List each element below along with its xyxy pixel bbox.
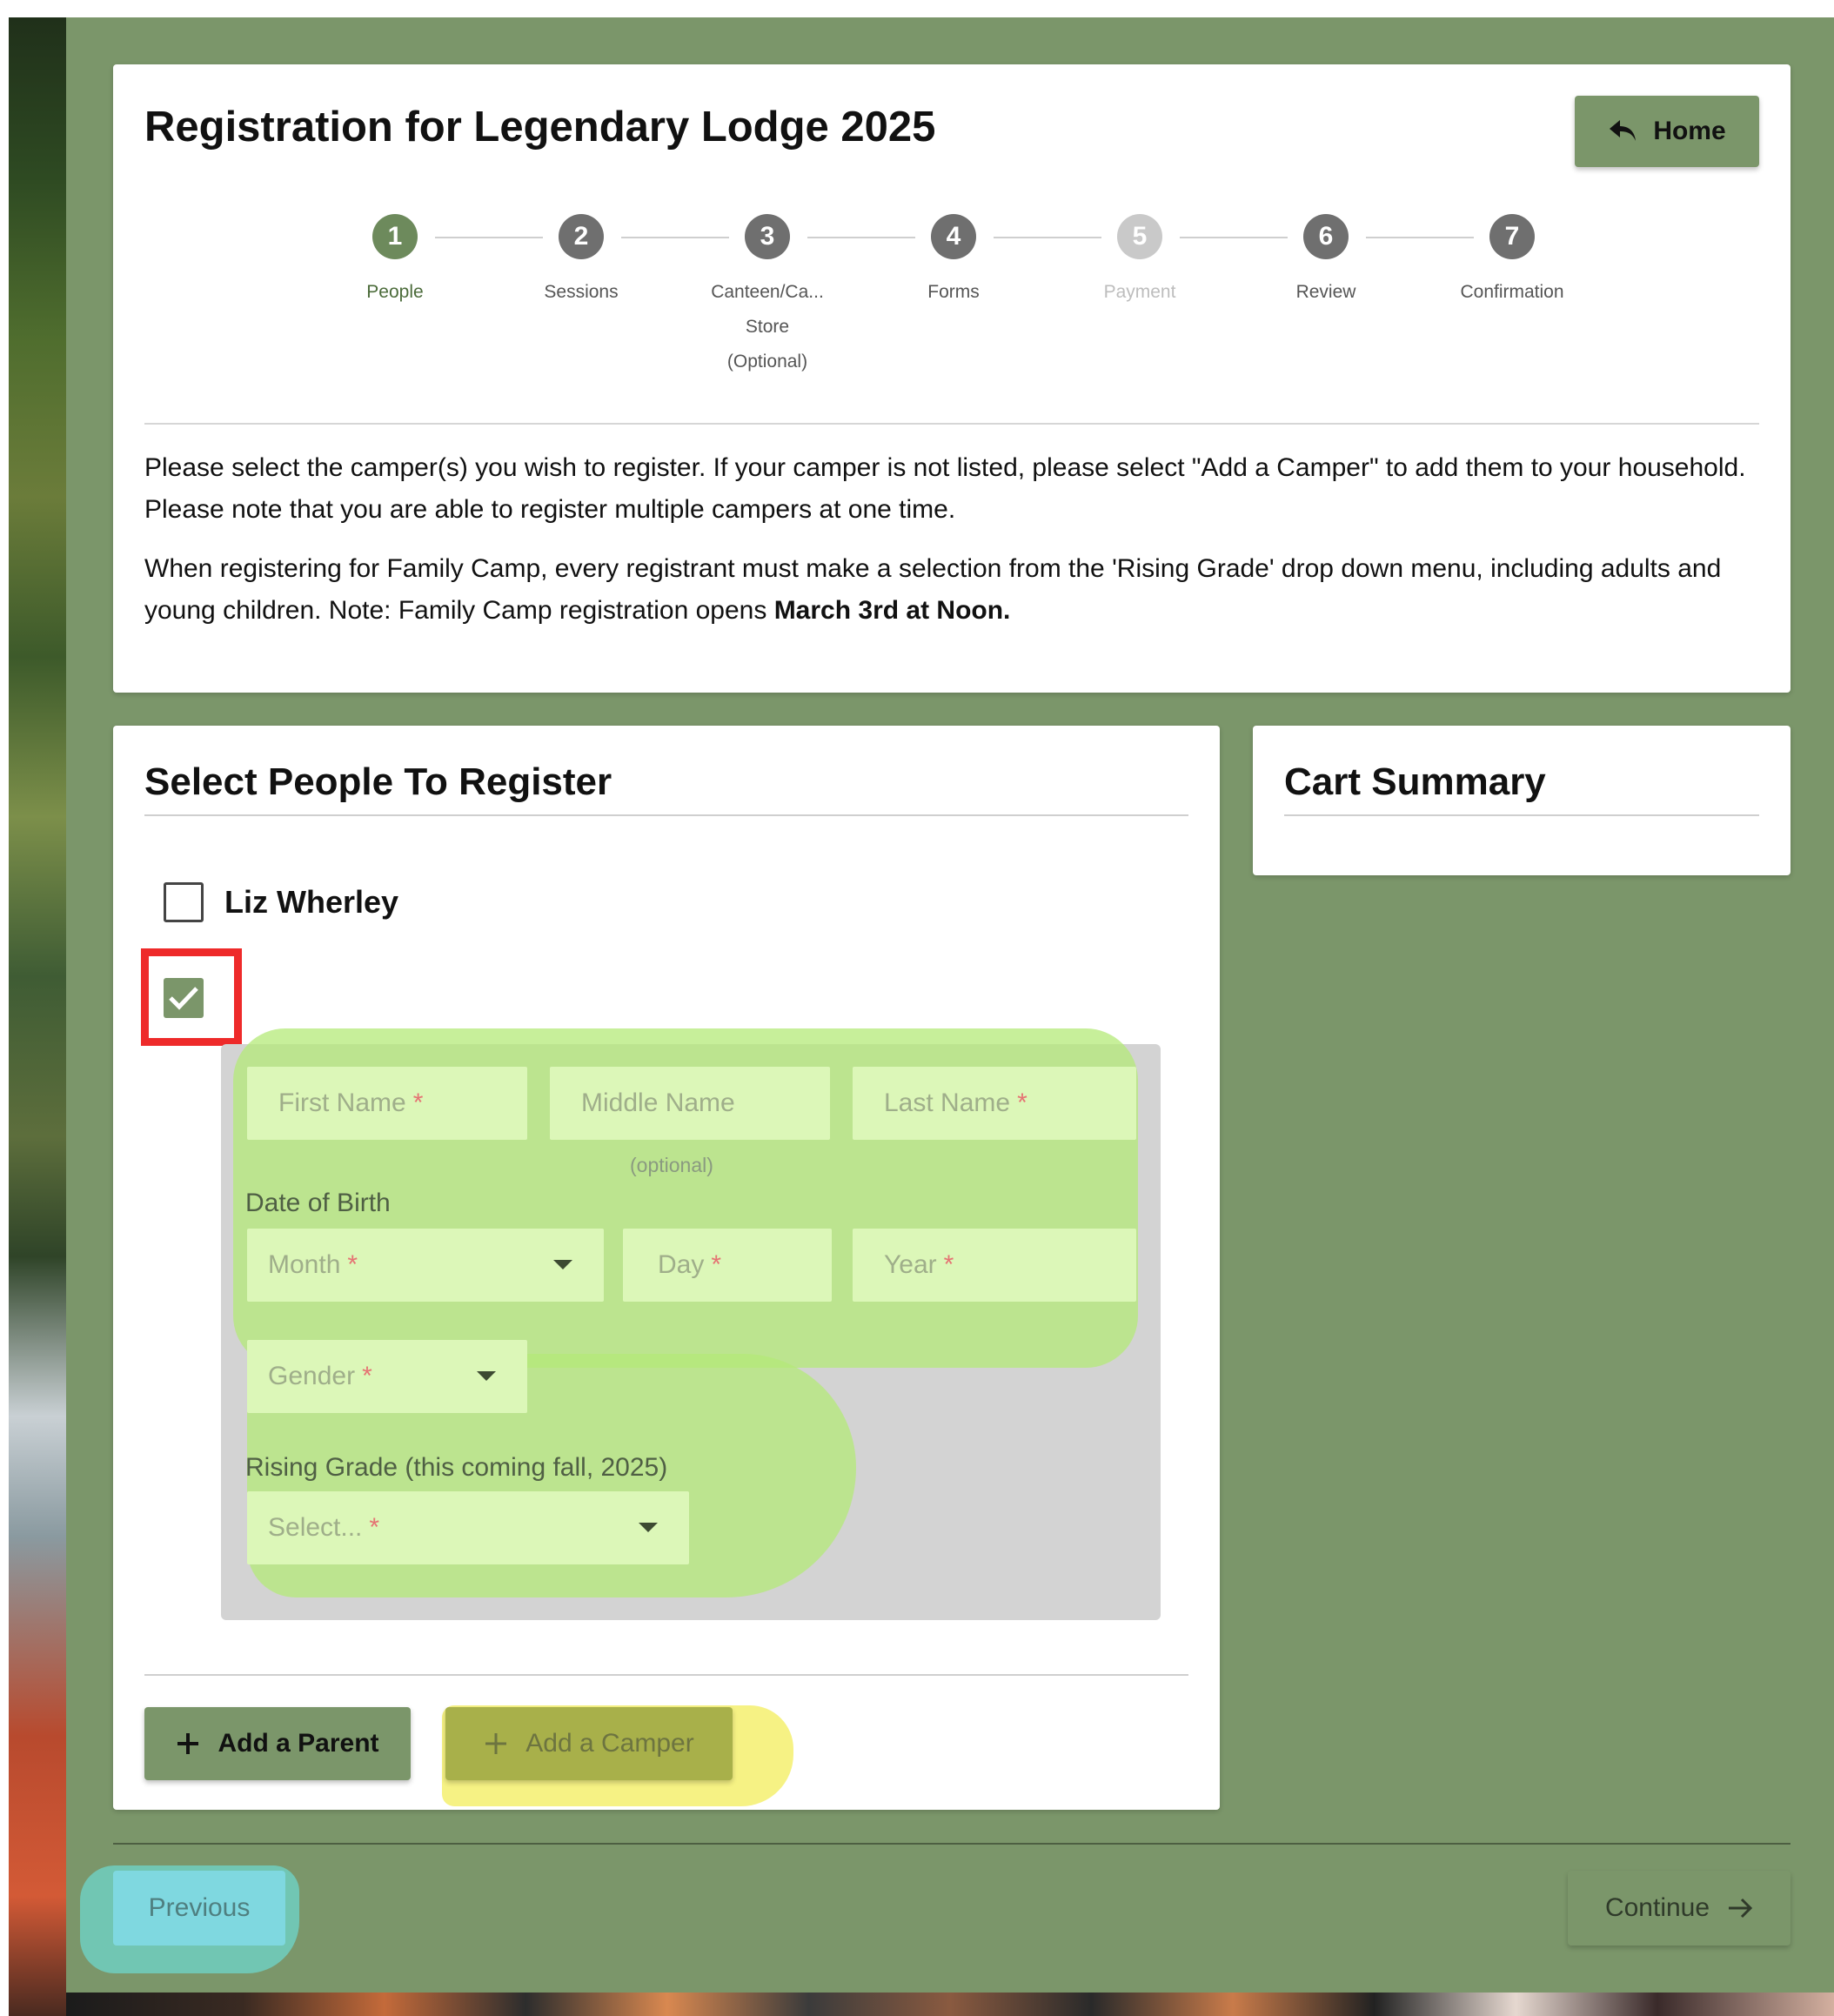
plus-icon (177, 1733, 199, 1754)
step-label: Canteen/Ca... (711, 282, 824, 302)
background-photo-left (9, 17, 66, 2016)
people-divider (144, 1674, 1188, 1676)
day-field[interactable]: Day * (623, 1229, 832, 1302)
person-name: Liz Wherley (224, 884, 399, 920)
last-name-placeholder: Last Name (884, 1088, 1011, 1117)
cart-rule (1284, 814, 1759, 816)
add-parent-label: Add a Parent (218, 1729, 379, 1758)
rising-grade-label: Rising Grade (this coming fall, 2025) (245, 1453, 668, 1482)
required-mark: * (362, 1362, 372, 1390)
step-label-line2: Store (745, 317, 790, 337)
plus-icon (485, 1733, 507, 1754)
step-review[interactable]: 6 Review (1239, 214, 1413, 310)
step-number: 6 (1303, 214, 1349, 259)
rising-grade-select[interactable]: Select... * (247, 1491, 689, 1564)
chevron-down-icon (477, 1371, 496, 1381)
back-arrow-icon (1610, 120, 1637, 141)
header-divider (144, 423, 1759, 425)
step-number: 2 (559, 214, 604, 259)
middle-name-field[interactable]: Middle Name (550, 1067, 830, 1140)
step-confirmation[interactable]: 7 Confirmation (1425, 214, 1599, 310)
home-button[interactable]: Home (1575, 96, 1759, 167)
day-placeholder: Day (658, 1250, 705, 1279)
month-select[interactable]: Month * (247, 1229, 604, 1302)
home-button-label: Home (1653, 117, 1726, 145)
step-label: People (366, 282, 424, 302)
step-label: Sessions (544, 282, 619, 302)
required-mark: * (711, 1250, 722, 1279)
first-name-field[interactable]: First Name * (247, 1067, 527, 1140)
footer-divider (113, 1843, 1790, 1845)
step-label: Review (1295, 282, 1356, 302)
cart-title: Cart Summary (1284, 760, 1546, 803)
person-checkbox[interactable] (164, 882, 204, 922)
continue-button[interactable]: Continue (1568, 1871, 1790, 1946)
instructions-paragraph-1: Please select the camper(s) you wish to … (144, 453, 1746, 524)
step-sessions[interactable]: 2 Sessions (494, 214, 668, 310)
page-title: Registration for Legendary Lodge 2025 (144, 104, 936, 151)
new-person-form: First Name * Middle Name Last Name * (opti… (221, 1028, 1161, 1620)
step-people[interactable]: 1 People (308, 214, 482, 310)
year-field[interactable]: Year * (853, 1229, 1136, 1302)
step-payment: 5 Payment (1053, 214, 1227, 310)
background-photo-bottom (66, 1993, 1834, 2016)
middle-name-optional-note: (optional) (630, 1154, 713, 1176)
dob-label: Date of Birth (245, 1189, 391, 1217)
required-mark: * (412, 1088, 424, 1117)
chevron-down-icon (639, 1523, 658, 1532)
new-person-checkbox[interactable] (164, 978, 204, 1018)
add-parent-button[interactable]: Add a Parent (144, 1707, 411, 1780)
section-rule (144, 814, 1188, 816)
required-mark: * (1017, 1088, 1027, 1117)
checkmark-icon (169, 987, 198, 1010)
step-number: 4 (931, 214, 976, 259)
step-label-group: Canteen/Ca... Store (Optional) (680, 275, 854, 379)
continue-label: Continue (1604, 1893, 1710, 1922)
step-number: 7 (1489, 214, 1535, 259)
cart-summary-card: Cart Summary (1253, 726, 1790, 875)
registration-header-card: Registration for Legendary Lodge 2025 Ho… (113, 64, 1790, 693)
last-name-field[interactable]: Last Name * (853, 1067, 1136, 1140)
required-mark: * (347, 1250, 358, 1279)
rising-grade-placeholder: Select... (268, 1513, 363, 1542)
step-label: Forms (927, 282, 980, 302)
person-row[interactable]: Liz Wherley (164, 882, 398, 922)
gender-select[interactable]: Gender * (247, 1340, 527, 1413)
step-number: 1 (372, 214, 418, 259)
previous-button[interactable]: Previous (113, 1871, 285, 1946)
section-title: Select People To Register (144, 760, 612, 803)
step-label: Payment (1103, 282, 1176, 302)
year-placeholder: Year (884, 1250, 937, 1279)
chevron-down-icon (553, 1260, 572, 1269)
instructions-paragraph-2: When registering for Family Camp, every … (144, 548, 1759, 632)
add-camper-label: Add a Camper (525, 1729, 694, 1758)
registration-stepper: 1 People 2 Sessions 3 Canteen/Ca... Stor… (113, 214, 1790, 388)
step-number: 5 (1117, 214, 1162, 259)
step-label: Confirmation (1460, 282, 1564, 302)
registration-instructions: Please select the camper(s) you wish to … (144, 447, 1759, 649)
required-mark: * (943, 1250, 954, 1279)
month-placeholder: Month (268, 1250, 341, 1279)
first-name-placeholder: First Name (278, 1088, 406, 1117)
step-number: 3 (745, 214, 790, 259)
required-mark: * (369, 1513, 380, 1542)
select-people-card: Select People To Register Liz Wherley Fi… (113, 726, 1220, 1810)
gender-placeholder: Gender (268, 1362, 356, 1390)
step-label-line3: (Optional) (726, 352, 808, 372)
instructions-date-emphasis: March 3rd at Noon. (773, 596, 1011, 625)
previous-label: Previous (148, 1893, 251, 1922)
arrow-right-icon (1729, 1898, 1753, 1919)
step-forms[interactable]: 4 Forms (867, 214, 1041, 310)
step-canteen-store[interactable]: 3 Canteen/Ca... Store (Optional) (680, 214, 854, 379)
middle-name-placeholder: Middle Name (581, 1088, 735, 1117)
add-camper-button[interactable]: Add a Camper (445, 1707, 733, 1780)
